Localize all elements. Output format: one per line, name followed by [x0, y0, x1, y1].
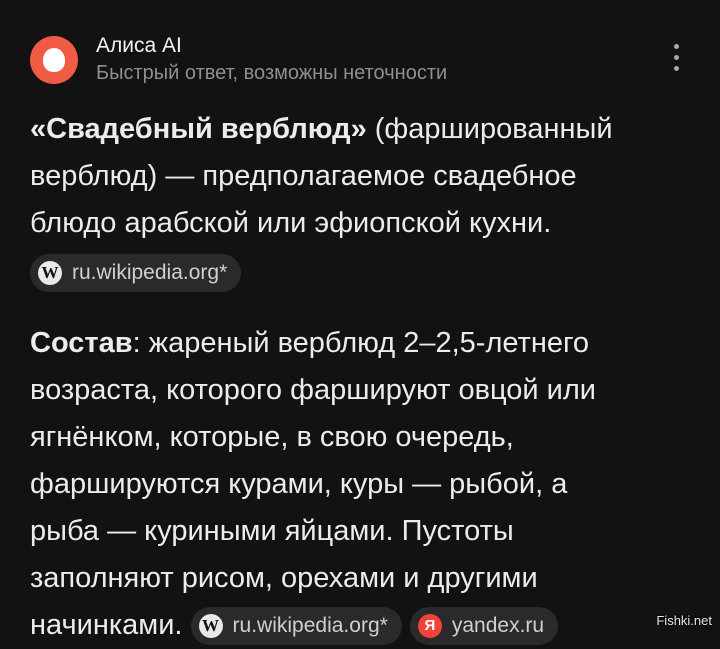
- text-line: рыба — куриными яйцами. Пустоты: [30, 515, 514, 547]
- answer-paragraph-composition: Состав: жареный верблюд 2–2,5-летнего во…: [30, 320, 690, 649]
- assistant-disclaimer: Быстрый ответ, возможны неточности: [96, 62, 448, 84]
- text-line: фаршируются курами, куры — рыбой, а: [30, 468, 568, 500]
- assistant-name: Алиса AI: [96, 34, 182, 57]
- yandex-icon: Я: [417, 614, 442, 639]
- alice-avatar-icon: [30, 36, 78, 84]
- source-chip-wikipedia[interactable]: W ru.wikipedia.org*: [190, 607, 402, 646]
- text-line: начинками.: [30, 609, 183, 641]
- source-label: ru.wikipedia.org*: [232, 614, 388, 638]
- answer-body: «Свадебный верблюд» (фаршированный вербл…: [30, 106, 690, 649]
- text-line: (фаршированный: [366, 113, 613, 145]
- text-line: возраста, которого фаршируют овцой или: [30, 374, 596, 406]
- text-line: : жареный верблюд 2–2,5-летнего: [132, 327, 590, 359]
- text-line: ягнёнком, которые, в свою очередь,: [30, 421, 514, 453]
- more-options-icon[interactable]: [670, 44, 682, 78]
- wikipedia-icon: W: [198, 614, 223, 639]
- assistant-header: Алиса AI Быстрый ответ, возможны неточно…: [30, 32, 690, 92]
- source-label: ru.wikipedia.org*: [72, 261, 228, 285]
- section-label-bold: Состав: [30, 327, 133, 359]
- source-chip-wikipedia[interactable]: W ru.wikipedia.org*: [30, 254, 242, 293]
- text-line: блюдо арабской или эфиопской кухни.: [30, 207, 552, 239]
- wikipedia-icon: W: [38, 261, 62, 286]
- source-chip-yandex[interactable]: Я yandex.ru: [409, 607, 559, 646]
- text-line: верблюд) — предполагаемое свадебное: [30, 160, 577, 192]
- text-line: заполняют рисом, орехами и другими: [30, 562, 538, 594]
- source-label: yandex.ru: [451, 614, 545, 638]
- term-bold: «Свадебный верблюд»: [30, 113, 367, 145]
- answer-paragraph-definition: «Свадебный верблюд» (фаршированный вербл…: [30, 106, 690, 247]
- watermark: Fishki.net: [656, 613, 712, 628]
